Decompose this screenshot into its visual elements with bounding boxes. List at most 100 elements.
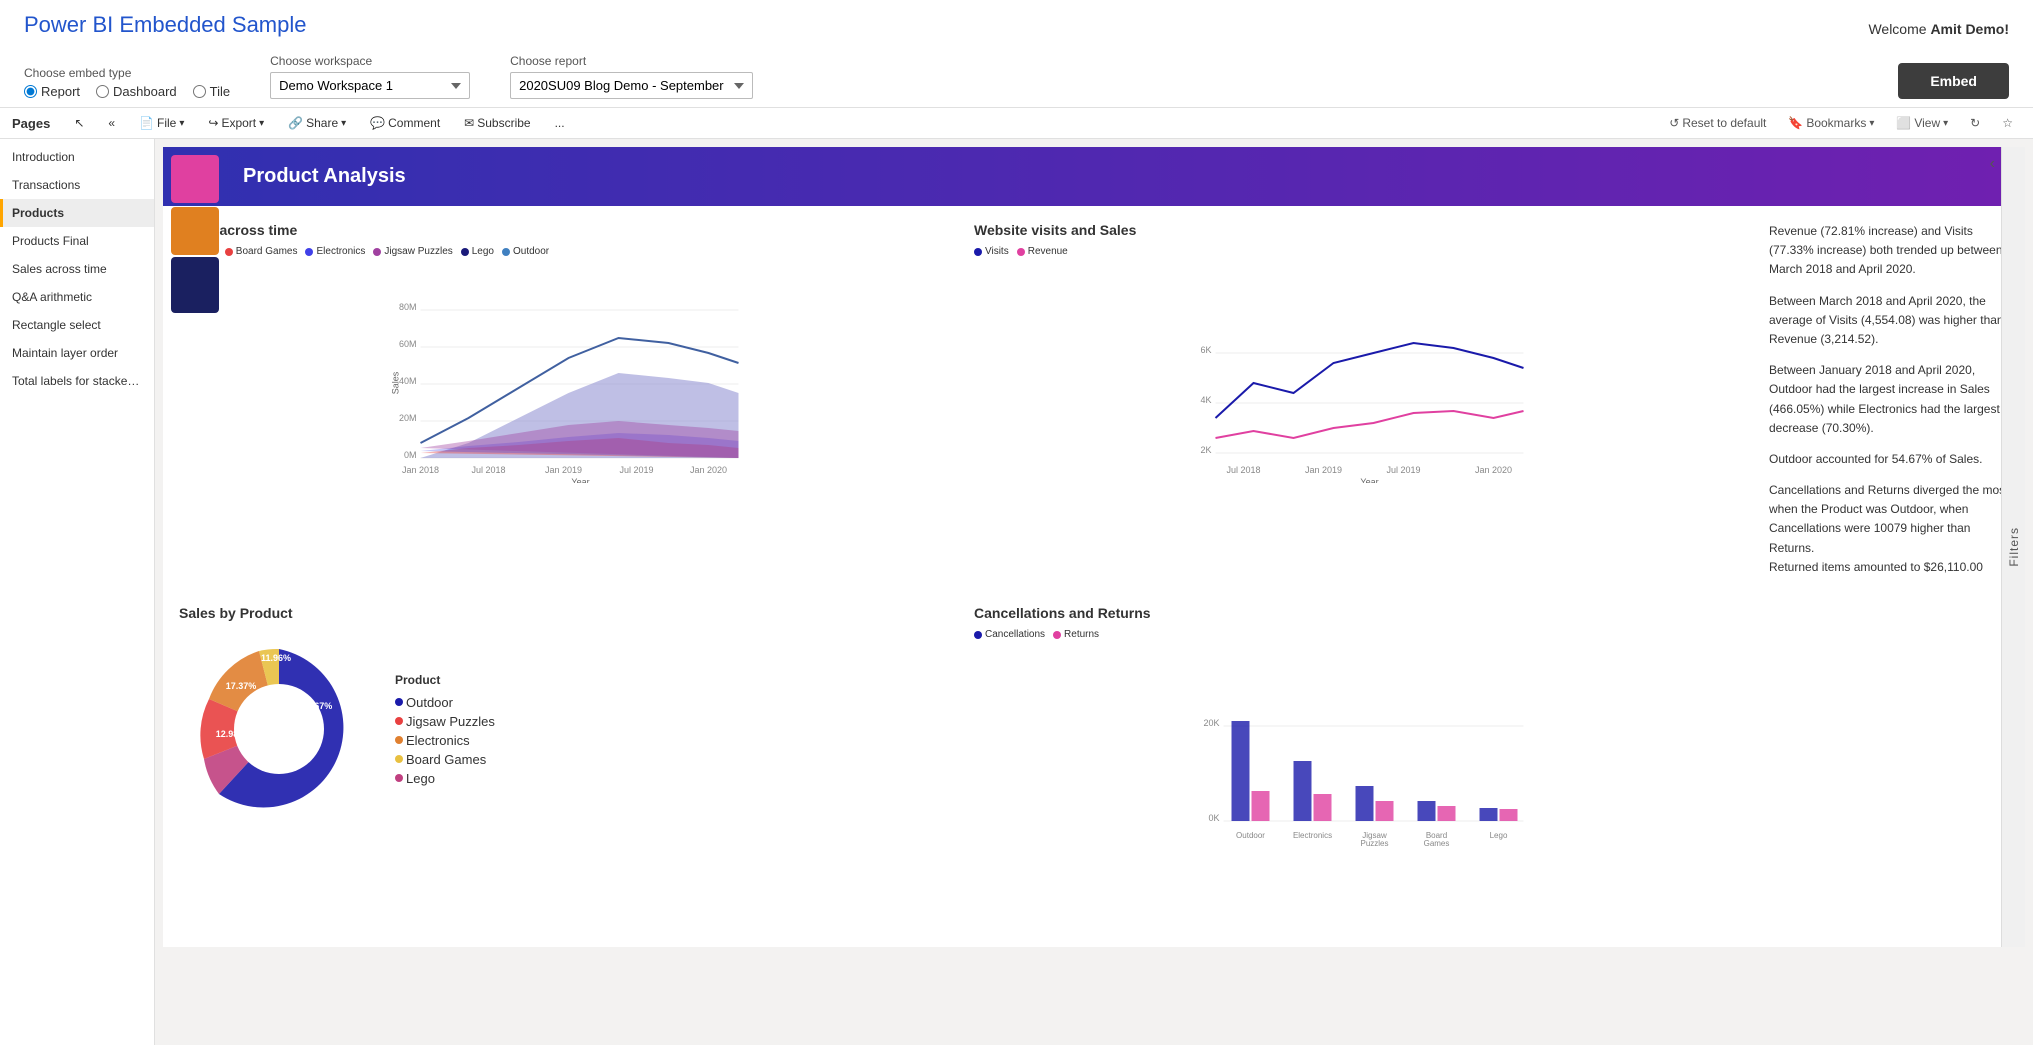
bookmark-icon: 🔖 [1788,116,1803,130]
file-icon: 📄 [139,116,154,130]
svg-text:Electronics: Electronics [1293,831,1332,840]
svg-text:0K: 0K [1208,813,1219,823]
collapse-btn[interactable]: « [100,112,123,134]
reset-icon: ↺ [1669,116,1679,130]
donut-svg-wrap: 54.67% 12.98% 17.37% 11.96% [179,629,379,829]
svg-text:20M: 20M [399,413,417,423]
sidebar-item-introduction[interactable]: Introduction [0,143,154,171]
website-svg: 2K 4K 6K Jul 2018 Jan 2019 Jul 2019 J [974,263,1753,483]
website-chart: Website visits and Sales Visits Revenue … [974,222,1753,589]
sidebar-item-sales-time[interactable]: Sales across time [0,255,154,283]
sidebar-item-transactions[interactable]: Transactions [0,171,154,199]
welcome-text: Welcome Amit Demo! [1868,21,2009,37]
view-btn[interactable]: ⬜ View ▾ [1888,112,1956,134]
more-btn[interactable]: ... [547,112,573,134]
sidebar-item-qa[interactable]: Q&A arithmetic [0,283,154,311]
report-banner: Product Analysis [163,147,2025,206]
website-legend: Visits Revenue [974,246,1753,257]
app-title: Power BI Embedded Sample [24,12,307,38]
reset-btn[interactable]: ↺ Reset to default [1661,112,1774,134]
view-icon: ⬜ [1896,116,1911,130]
comment-icon: 💬 [370,116,385,130]
report-canvas: Product Analysis Sales across time Produ… [163,147,2025,947]
sidebar-item-total-labels[interactable]: Total labels for stacked ... [0,367,154,395]
file-btn[interactable]: 📄 File ▾ [131,112,192,134]
svg-text:Jan 2020: Jan 2020 [690,465,727,475]
svg-text:20K: 20K [1203,718,1219,728]
embed-type-group: Choose embed type Report Dashboard Tile [24,66,230,99]
svg-text:Jul 2019: Jul 2019 [1386,465,1420,475]
star-icon: ☆ [2002,116,2013,130]
share-btn[interactable]: 🔗 Share ▾ [280,112,354,134]
svg-text:Year: Year [1360,477,1378,483]
sidebar: Introduction Transactions Products Produ… [0,139,155,1045]
svg-text:Outdoor: Outdoor [1236,831,1265,840]
share-icon: 🔗 [288,116,303,130]
cursor-btn[interactable]: ↖ [66,112,92,134]
bottom-right-empty [1769,605,2009,846]
radio-report[interactable]: Report [24,84,80,99]
svg-text:Sales: Sales [391,371,401,394]
svg-text:Puzzles: Puzzles [1360,839,1388,846]
svg-text:Jan 2020: Jan 2020 [1475,465,1512,475]
pages-label: Pages [12,116,50,131]
sales-time-legend: Product Board Games Electronics Jigsaw P… [179,246,958,257]
svg-text:80M: 80M [399,302,417,312]
donut-svg: 54.67% 12.98% 17.37% 11.96% [179,629,379,829]
svg-text:Jan 2019: Jan 2019 [545,465,582,475]
svg-text:Lego: Lego [1490,831,1508,840]
app-header: Power BI Embedded Sample Welcome Amit De… [0,0,2033,108]
radio-tile[interactable]: Tile [193,84,230,99]
svg-text:Games: Games [1424,839,1450,846]
export-btn[interactable]: ↪ Export ▾ [200,112,272,134]
svg-text:40M: 40M [399,376,417,386]
svg-text:Jan 2019: Jan 2019 [1305,465,1342,475]
svg-text:12.98%: 12.98% [216,729,247,739]
product-legend: Product Outdoor Jigsaw Puzzles Electroni… [395,673,495,786]
toolbar-row: Pages ↖ « 📄 File ▾ ↪ Export ▾ 🔗 Share ▾ … [0,108,2033,139]
svg-text:Year: Year [571,477,589,483]
favorite-btn[interactable]: ☆ [1994,112,2021,134]
filters-panel[interactable]: Filters [2001,147,2025,947]
sidebar-item-products-final[interactable]: Products Final [0,227,154,255]
report-collapse-btn[interactable]: ‹ [1990,155,1995,173]
workspace-select[interactable]: Demo Workspace 1 [270,72,470,99]
main-layout: Introduction Transactions Products Produ… [0,139,2033,1045]
insights-panel: Revenue (72.81% increase) and Visits (77… [1769,222,2009,589]
sales-time-chart: Sales across time Product Board Games El… [179,222,958,589]
subscribe-btn[interactable]: ✉ Subscribe [456,112,538,134]
report-label: Choose report [510,54,753,68]
cancellations-legend: Cancellations Returns [974,629,1753,640]
subscribe-icon: ✉ [464,116,474,130]
toolbar-right: ↺ Reset to default 🔖 Bookmarks ▾ ⬜ View … [1661,112,2021,134]
workspace-label: Choose workspace [270,54,470,68]
sidebar-item-rectangle[interactable]: Rectangle select [0,311,154,339]
workspace-group: Choose workspace Demo Workspace 1 [270,54,470,99]
sales-time-svg: 0M 20M 40M 60M 80M [179,263,958,483]
chevron-left-icon: ‹ [1990,155,1995,172]
svg-text:4K: 4K [1200,395,1211,405]
svg-text:6K: 6K [1200,345,1211,355]
charts-grid: Sales across time Product Board Games El… [163,222,2025,862]
svg-text:Jul 2018: Jul 2018 [471,465,505,475]
svg-text:Jul 2019: Jul 2019 [619,465,653,475]
sidebar-item-products[interactable]: Products [0,199,154,227]
cancellations-svg: 0K 20K [974,646,1753,846]
report-select[interactable]: 2020SU09 Blog Demo - September [510,72,753,99]
refresh-btn[interactable]: ↻ [1962,112,1988,134]
donut-wrap: 54.67% 12.98% 17.37% 11.96% Product Outd… [179,629,958,829]
comment-btn[interactable]: 💬 Comment [362,112,448,134]
embed-button[interactable]: Embed [1898,63,2009,99]
svg-text:17.37%: 17.37% [226,681,257,691]
radio-dashboard[interactable]: Dashboard [96,84,177,99]
svg-text:Jul 2018: Jul 2018 [1226,465,1260,475]
embed-type-label: Choose embed type [24,66,230,80]
report-group: Choose report 2020SU09 Blog Demo - Septe… [510,54,753,99]
embed-type-options: Report Dashboard Tile [24,84,230,99]
svg-text:0M: 0M [404,450,417,460]
svg-text:2K: 2K [1200,445,1211,455]
refresh-icon: ↻ [1970,116,1980,130]
svg-text:60M: 60M [399,339,417,349]
bookmarks-btn[interactable]: 🔖 Bookmarks ▾ [1780,112,1882,134]
sidebar-item-maintain[interactable]: Maintain layer order [0,339,154,367]
